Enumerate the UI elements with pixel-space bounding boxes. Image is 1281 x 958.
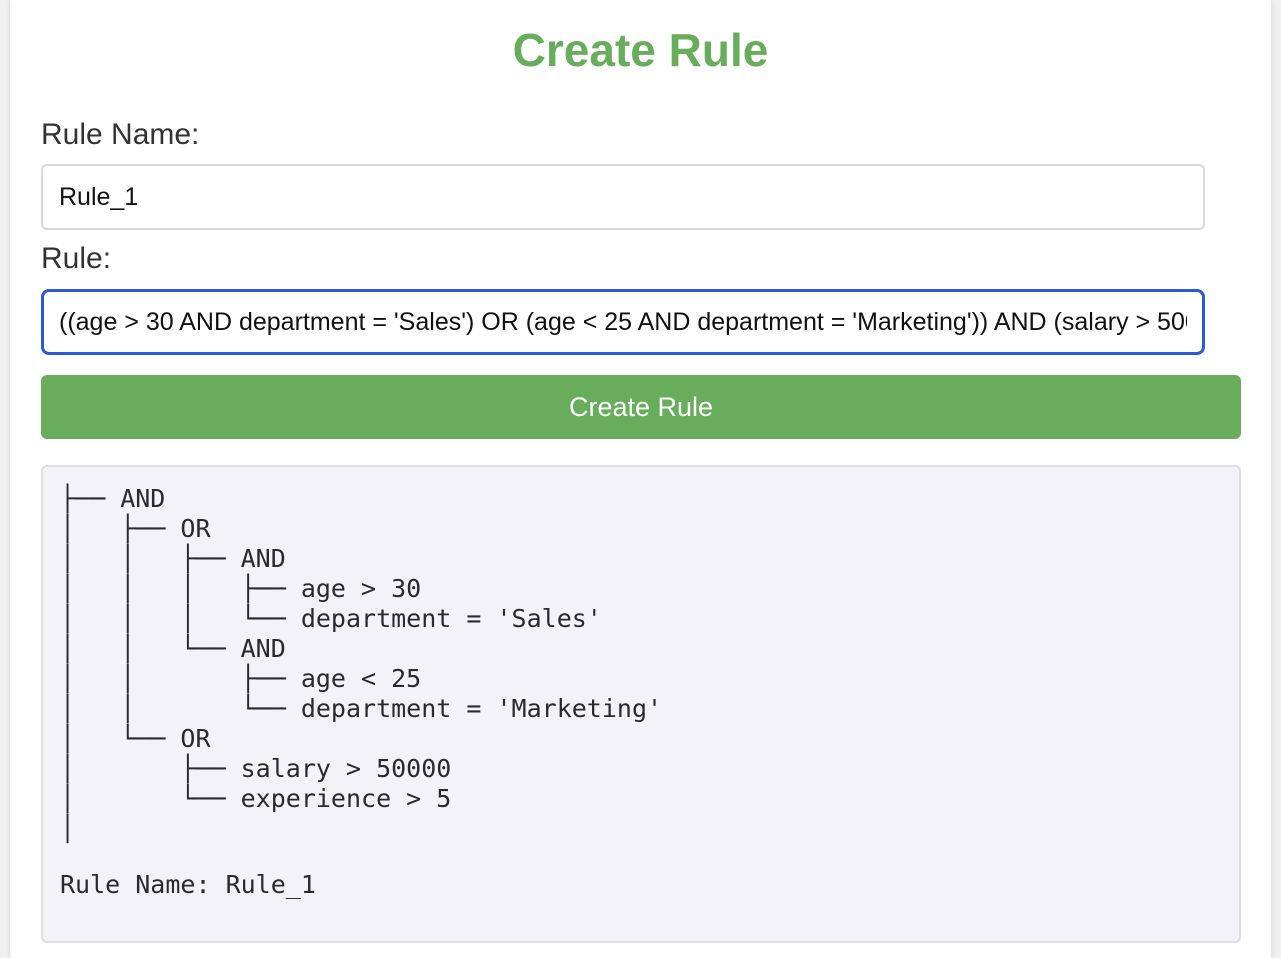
tree-line: │ │ ├── AND: [60, 544, 286, 573]
page-title: Create Rule: [512, 24, 769, 76]
rule-tree: ├── AND │ ├── OR │ │ ├── AND │ │ │ ├── a…: [60, 484, 662, 844]
rule-output-panel: ├── AND │ ├── OR │ │ ├── AND │ │ │ ├── a…: [41, 465, 1241, 943]
tree-line: │ ├── salary > 50000: [60, 754, 452, 783]
tree-line: │: [60, 814, 76, 843]
tree-line: │ └── experience > 5: [60, 784, 452, 813]
rule-label: Rule:: [41, 242, 112, 275]
tree-line: │ │ └── department = 'Marketing': [60, 694, 663, 723]
rule-expression-input[interactable]: [41, 289, 1205, 355]
rule-name-label: Rule Name:: [41, 118, 200, 151]
tree-line: │ │ │ └── department = 'Sales': [60, 604, 602, 633]
tree-line: │ │ ├── age < 25: [60, 664, 422, 693]
rule-name-input[interactable]: [41, 164, 1205, 230]
create-rule-button[interactable]: Create Rule: [41, 375, 1241, 439]
tree-line: ├── AND: [60, 484, 166, 513]
output-rule-name: Rule Name: Rule_1: [60, 870, 316, 899]
tree-line: │ │ └── AND: [60, 634, 286, 663]
tree-line: │ ├── OR: [60, 514, 211, 543]
create-rule-card: Create Rule Rule Name: Rule: Create Rule…: [10, 0, 1271, 958]
tree-line: │ └── OR: [60, 724, 211, 753]
tree-line: │ │ │ ├── age > 30: [60, 574, 422, 603]
